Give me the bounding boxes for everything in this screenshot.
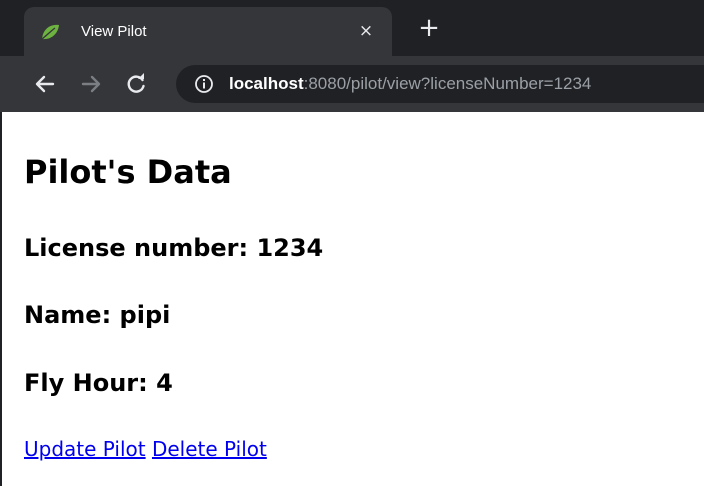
page-title: Pilot's Data — [24, 153, 232, 191]
new-tab-button[interactable]: + — [415, 14, 443, 42]
page-content: Pilot's Data License number: 1234 Name: … — [0, 112, 704, 486]
tab-view-pilot[interactable]: View Pilot × — [24, 7, 392, 56]
fly-hour-row: Fly Hour: 4 — [24, 368, 173, 398]
tab-title: View Pilot — [81, 23, 147, 40]
info-icon[interactable] — [194, 74, 214, 94]
license-number-row: License number: 1234 — [24, 233, 323, 263]
license-number-value: 1234 — [256, 234, 324, 262]
leaf-icon — [41, 24, 59, 40]
close-icon[interactable]: × — [356, 21, 376, 41]
window-border — [0, 112, 2, 486]
url-host: localhost — [229, 74, 304, 93]
fly-hour-value: 4 — [156, 369, 173, 397]
fly-hour-label: Fly Hour: — [24, 369, 157, 397]
url-path: :8080/pilot/view?licenseNumber=1234 — [303, 74, 592, 93]
license-number-label: License number: — [24, 234, 257, 262]
pilot-name-label: Name: — [24, 301, 120, 329]
pilot-name-row: Name: pipi — [24, 300, 170, 330]
arrow-right-icon[interactable] — [77, 70, 105, 98]
update-pilot-link[interactable]: Update Pilot — [24, 437, 146, 461]
browser-window: View Pilot × + localhost:8080/pilot/view… — [0, 0, 704, 486]
reload-icon[interactable] — [122, 70, 150, 98]
arrow-left-icon[interactable] — [31, 70, 59, 98]
url-text: localhost:8080/pilot/view?licenseNumber=… — [229, 74, 591, 94]
delete-pilot-link[interactable]: Delete Pilot — [152, 437, 267, 461]
browser-toolbar: localhost:8080/pilot/view?licenseNumber=… — [0, 56, 704, 112]
tab-strip: View Pilot × + — [0, 0, 704, 56]
address-bar[interactable]: localhost:8080/pilot/view?licenseNumber=… — [176, 65, 704, 103]
pilot-name-value: pipi — [119, 301, 171, 329]
action-links: Update Pilot Delete Pilot — [24, 436, 267, 462]
